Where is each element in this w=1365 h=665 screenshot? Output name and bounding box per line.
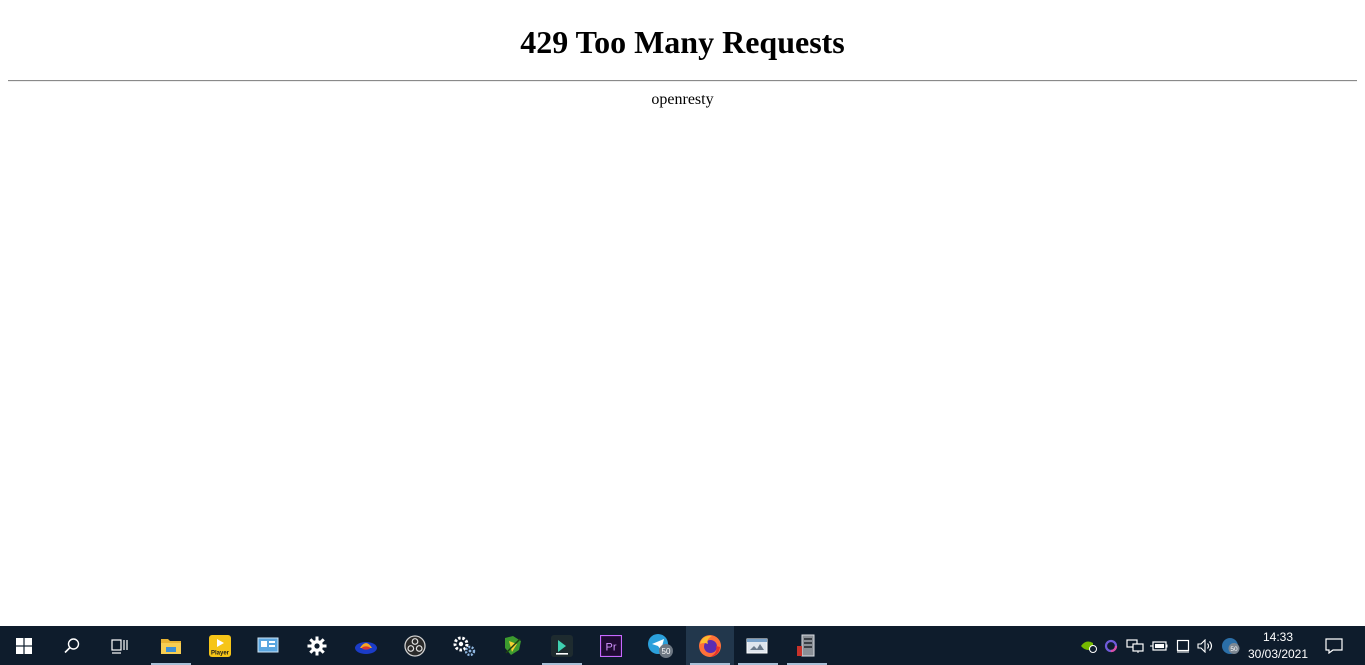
app-icon <box>505 635 521 655</box>
app-icon <box>355 641 377 654</box>
error-page: 429 Too Many Requests openresty <box>0 0 1365 626</box>
server-tower-icon <box>797 634 815 656</box>
start-icon <box>16 637 32 654</box>
search-icon <box>64 637 80 653</box>
display-icon <box>1176 639 1190 652</box>
telegram-badge: 50 <box>662 647 671 656</box>
player-label: Player <box>211 650 230 656</box>
settings-gear-icon <box>307 636 327 655</box>
app-button[interactable] <box>342 626 390 665</box>
network-icon <box>1126 638 1144 653</box>
start-button[interactable] <box>0 626 48 665</box>
tray-badge: 50 <box>1230 646 1238 653</box>
settings-button[interactable] <box>293 626 341 665</box>
tray-app[interactable] <box>1101 626 1121 665</box>
premiere-pro-label: Pr <box>606 641 617 653</box>
control-panel-icon <box>257 637 279 652</box>
firefox-icon <box>699 634 721 657</box>
tray-app-badge[interactable]: 50 <box>1219 626 1243 665</box>
divider <box>8 80 1357 82</box>
file-explorer-icon <box>161 638 181 654</box>
gears-icon <box>453 636 476 656</box>
control-panel-button[interactable] <box>244 626 292 665</box>
task-view-button[interactable] <box>96 626 144 665</box>
battery-plug-icon <box>1150 640 1168 651</box>
tray-network[interactable] <box>1124 626 1146 665</box>
telegram-button[interactable]: 50 <box>636 626 684 665</box>
notification-icon <box>1325 637 1343 654</box>
tray-display[interactable] <box>1172 626 1194 665</box>
telegram-icon: 50 <box>648 633 673 658</box>
premiere-pro-icon: Pr <box>600 634 622 657</box>
player-icon: Player <box>209 634 231 657</box>
filmora-icon <box>551 634 573 657</box>
tray-nvidia[interactable] <box>1078 626 1100 665</box>
premiere-pro-button[interactable]: Pr <box>587 626 635 665</box>
firefox-button[interactable] <box>686 626 734 665</box>
obs-button[interactable] <box>391 626 439 665</box>
clock-time: 14:33 <box>1262 630 1294 644</box>
gears-button[interactable] <box>440 626 488 665</box>
taskbar: Player Pr 50 50 14:33 30/03/2021 <box>0 626 1365 665</box>
app-badge-icon: 50 <box>1222 637 1240 654</box>
file-explorer-button[interactable] <box>147 626 195 665</box>
server-name: openresty <box>651 91 714 108</box>
app-window-button[interactable] <box>734 626 782 665</box>
task-view-icon <box>111 638 128 654</box>
app-button[interactable] <box>489 626 537 665</box>
clock[interactable]: 14:33 30/03/2021 <box>1244 626 1312 665</box>
filmora-button[interactable] <box>538 626 586 665</box>
obs-icon <box>404 634 426 657</box>
page-title: 429 Too Many Requests <box>520 24 845 60</box>
app-window-icon <box>746 638 768 653</box>
player-button[interactable]: Player <box>196 626 244 665</box>
ring-icon <box>1104 639 1118 652</box>
search-button[interactable] <box>48 626 96 665</box>
tray-battery[interactable] <box>1148 626 1170 665</box>
clock-date: 30/03/2021 <box>1247 647 1309 661</box>
volume-icon <box>1197 638 1213 653</box>
action-center-button[interactable] <box>1318 626 1350 665</box>
tray-volume[interactable] <box>1195 626 1217 665</box>
nvidia-icon <box>1081 641 1097 653</box>
server-tower-button[interactable] <box>783 626 831 665</box>
